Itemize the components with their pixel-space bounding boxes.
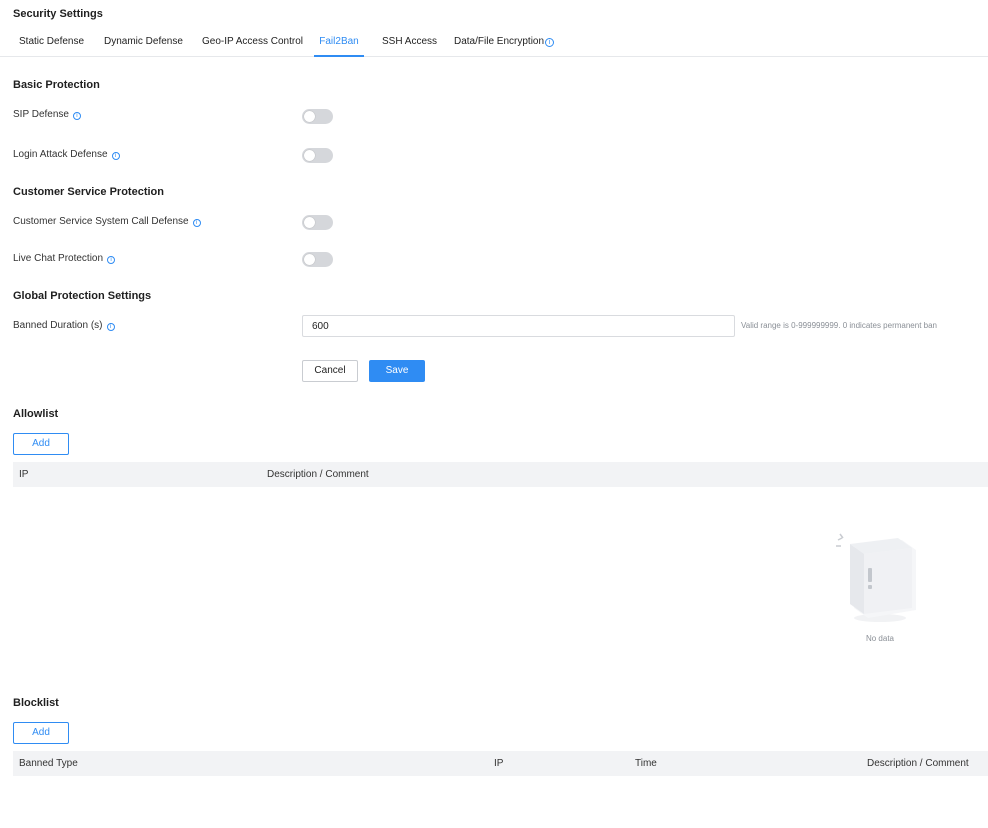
tab-fail2ban[interactable]: Fail2Ban [314, 36, 364, 57]
tab-dynamic-defense[interactable]: Dynamic Defense [104, 36, 183, 57]
allowlist-add-button[interactable]: Add [13, 433, 69, 455]
tab-geo-ip-access-control[interactable]: Geo-IP Access Control [202, 36, 303, 57]
live-chat-protection-toggle[interactable] [302, 252, 333, 267]
tab-label: Fail2Ban [319, 36, 359, 47]
sip-defense-label: SIP Defense i [13, 109, 81, 120]
setting-label: SIP Defense [13, 109, 69, 120]
login-attack-defense-label: Login Attack Defense i [13, 149, 120, 160]
tab-label: Geo-IP Access Control [202, 36, 303, 47]
cancel-button[interactable]: Cancel [302, 360, 358, 382]
info-icon[interactable]: i [107, 256, 116, 264]
toggle-knob [304, 254, 315, 265]
info-icon[interactable]: i [192, 219, 201, 227]
toggle-knob [304, 111, 315, 122]
banned-duration-label: Banned Duration (s) i [13, 320, 115, 331]
tab-label: Data/File Encryption [454, 36, 545, 47]
column-header-banned-type[interactable]: Banned Type [19, 758, 78, 769]
column-header-ip[interactable]: IP [494, 758, 503, 769]
column-header-ip[interactable]: IP [19, 469, 28, 480]
info-icon[interactable]: i [111, 152, 120, 160]
banned-duration-input[interactable] [302, 315, 735, 337]
customer-service-call-defense-label: Customer Service System Call Defense i [13, 216, 201, 227]
allowlist-table-header: IP Description / Comment [13, 462, 988, 487]
empty-state: No data [828, 530, 932, 650]
save-button[interactable]: Save [369, 360, 425, 382]
no-data-icon [836, 533, 916, 622]
customer-service-call-defense-toggle[interactable] [302, 215, 333, 230]
sip-defense-toggle[interactable] [302, 109, 333, 124]
info-icon[interactable]: i [545, 38, 555, 47]
info-icon[interactable]: i [106, 323, 115, 331]
live-chat-protection-label: Live Chat Protection i [13, 253, 116, 264]
setting-label: Login Attack Defense [13, 149, 108, 160]
tab-label: Dynamic Defense [104, 36, 183, 47]
column-header-time[interactable]: Time [635, 758, 657, 769]
banned-duration-hint: Valid range is 0-999999999. 0 indicates … [741, 321, 937, 330]
section-title-customer-service-protection: Customer Service Protection [13, 186, 164, 198]
page-title: Security Settings [13, 8, 103, 20]
tab-label: Static Defense [19, 36, 85, 47]
setting-label: Customer Service System Call Defense [13, 216, 189, 227]
tab-ssh-access[interactable]: SSH Access [382, 36, 437, 57]
section-title-allowlist: Allowlist [13, 408, 59, 420]
tab-data-file-encryption[interactable]: Data/File Encryption i [454, 36, 555, 57]
section-title-blocklist: Blocklist [13, 697, 59, 709]
tab-label: SSH Access [382, 36, 438, 47]
setting-label: Live Chat Protection [13, 253, 104, 264]
tab-static-defense[interactable]: Static Defense [19, 36, 84, 57]
setting-label: Banned Duration (s) [13, 320, 103, 331]
empty-state-text: No data [865, 634, 895, 643]
blocklist-add-button[interactable]: Add [13, 722, 69, 744]
section-title-global-protection-settings: Global Protection Settings [13, 290, 152, 302]
column-header-description[interactable]: Description / Comment [867, 758, 969, 769]
info-icon[interactable]: i [72, 112, 81, 120]
column-header-description[interactable]: Description / Comment [267, 469, 369, 480]
toggle-knob [304, 150, 315, 161]
blocklist-table-header: Banned Type IP Time Description / Commen… [13, 751, 988, 776]
toggle-knob [304, 217, 315, 228]
section-title-basic-protection: Basic Protection [13, 79, 100, 91]
tab-bar: Static Defense Dynamic Defense Geo-IP Ac… [0, 30, 988, 57]
login-attack-defense-toggle[interactable] [302, 148, 333, 163]
